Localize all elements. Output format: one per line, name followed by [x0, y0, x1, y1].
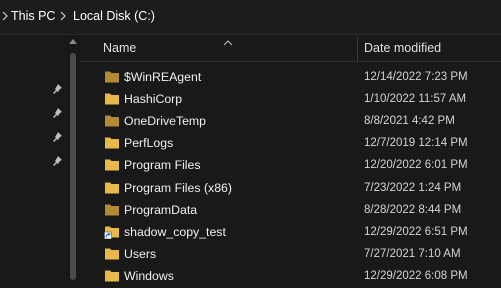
column-header-row: Name Date modified [80, 35, 501, 62]
pin-icon [51, 82, 63, 94]
folder-icon [104, 246, 120, 261]
file-date-modified: 12/29/2022 6:08 PM [364, 269, 468, 282]
file-name: OneDriveTemp [124, 114, 207, 129]
file-name: Program Files [124, 158, 201, 173]
file-name: Windows [124, 268, 174, 283]
file-name: Program Files (x86) [124, 180, 232, 195]
breadcrumb-local-disk[interactable]: Local Disk (C:) [73, 9, 155, 23]
file-name: $WinREAgent [124, 70, 202, 84]
file-date-modified: 12/20/2022 6:01 PM [364, 159, 468, 172]
file-date-modified: 8/28/2022 8:44 PM [364, 203, 462, 216]
file-row[interactable]: HashiCorp 1/10/2022 11:57 AM [80, 88, 501, 110]
file-row[interactable]: Program Files 12/20/2022 6:01 PM [80, 154, 501, 176]
file-date-modified: 12/14/2022 7:23 PM [364, 71, 468, 83]
file-row[interactable]: $WinREAgent 12/14/2022 7:23 PM [80, 66, 501, 88]
chevron-right-icon[interactable] [58, 7, 68, 25]
navigation-scrollbar[interactable] [66, 35, 80, 280]
file-date-modified: 1/10/2022 11:57 AM [364, 93, 467, 106]
column-header-date-modified[interactable]: Date modified [364, 41, 441, 55]
file-name: HashiCorp [124, 92, 183, 107]
breadcrumb-this-pc[interactable]: This PC [11, 9, 55, 23]
folder-icon [104, 91, 120, 106]
column-header-name[interactable]: Name [103, 41, 136, 55]
folder-icon [104, 224, 120, 239]
pin-icon [51, 106, 63, 118]
breadcrumb: This PC Local Disk (C:) [0, 0, 501, 35]
file-date-modified: 7/27/2021 7:10 AM [364, 247, 461, 260]
file-date-modified: 12/29/2022 6:51 PM [364, 225, 468, 238]
file-date-modified: 7/23/2022 1:24 PM [364, 181, 462, 194]
navigation-pane [0, 35, 66, 280]
folder-icon [104, 69, 120, 84]
file-row[interactable]: PerfLogs 12/7/2019 12:14 PM [80, 132, 501, 154]
chevron-right-icon[interactable] [0, 7, 10, 25]
file-date-modified: 8/8/2021 4:42 PM [364, 115, 455, 128]
file-row[interactable]: ProgramData 8/28/2022 8:44 PM [80, 199, 501, 221]
scrollbar-thumb[interactable] [70, 53, 76, 280]
scroll-up-arrow-icon[interactable] [69, 39, 77, 44]
file-row[interactable]: shadow_copy_test 12/29/2022 6:51 PM [80, 221, 501, 243]
folder-icon [104, 202, 120, 217]
pin-icon [51, 130, 63, 142]
file-name: shadow_copy_test [124, 224, 226, 239]
folder-icon [104, 135, 120, 150]
column-divider[interactable] [357, 37, 358, 61]
file-name: PerfLogs [124, 136, 174, 151]
chevron-up-icon [223, 34, 233, 46]
file-row[interactable]: Users 7/27/2021 7:10 AM [80, 243, 501, 265]
pin-icon [51, 154, 63, 166]
folder-icon [104, 180, 120, 195]
file-row[interactable]: Program Files (x86) 7/23/2022 1:24 PM [80, 177, 501, 199]
folder-icon [104, 113, 120, 128]
file-row[interactable]: OneDriveTemp 8/8/2021 4:42 PM [80, 110, 501, 132]
file-name: Users [124, 246, 157, 261]
file-name: ProgramData [124, 202, 198, 217]
file-list: Name Date modified $WinREAgent 12/14/2022… [80, 35, 501, 283]
file-row[interactable]: Windows 12/29/2022 6:08 PM [80, 265, 501, 287]
folder-icon [104, 268, 120, 283]
file-date-modified: 12/7/2019 12:14 PM [364, 137, 468, 150]
folder-icon [104, 157, 120, 172]
